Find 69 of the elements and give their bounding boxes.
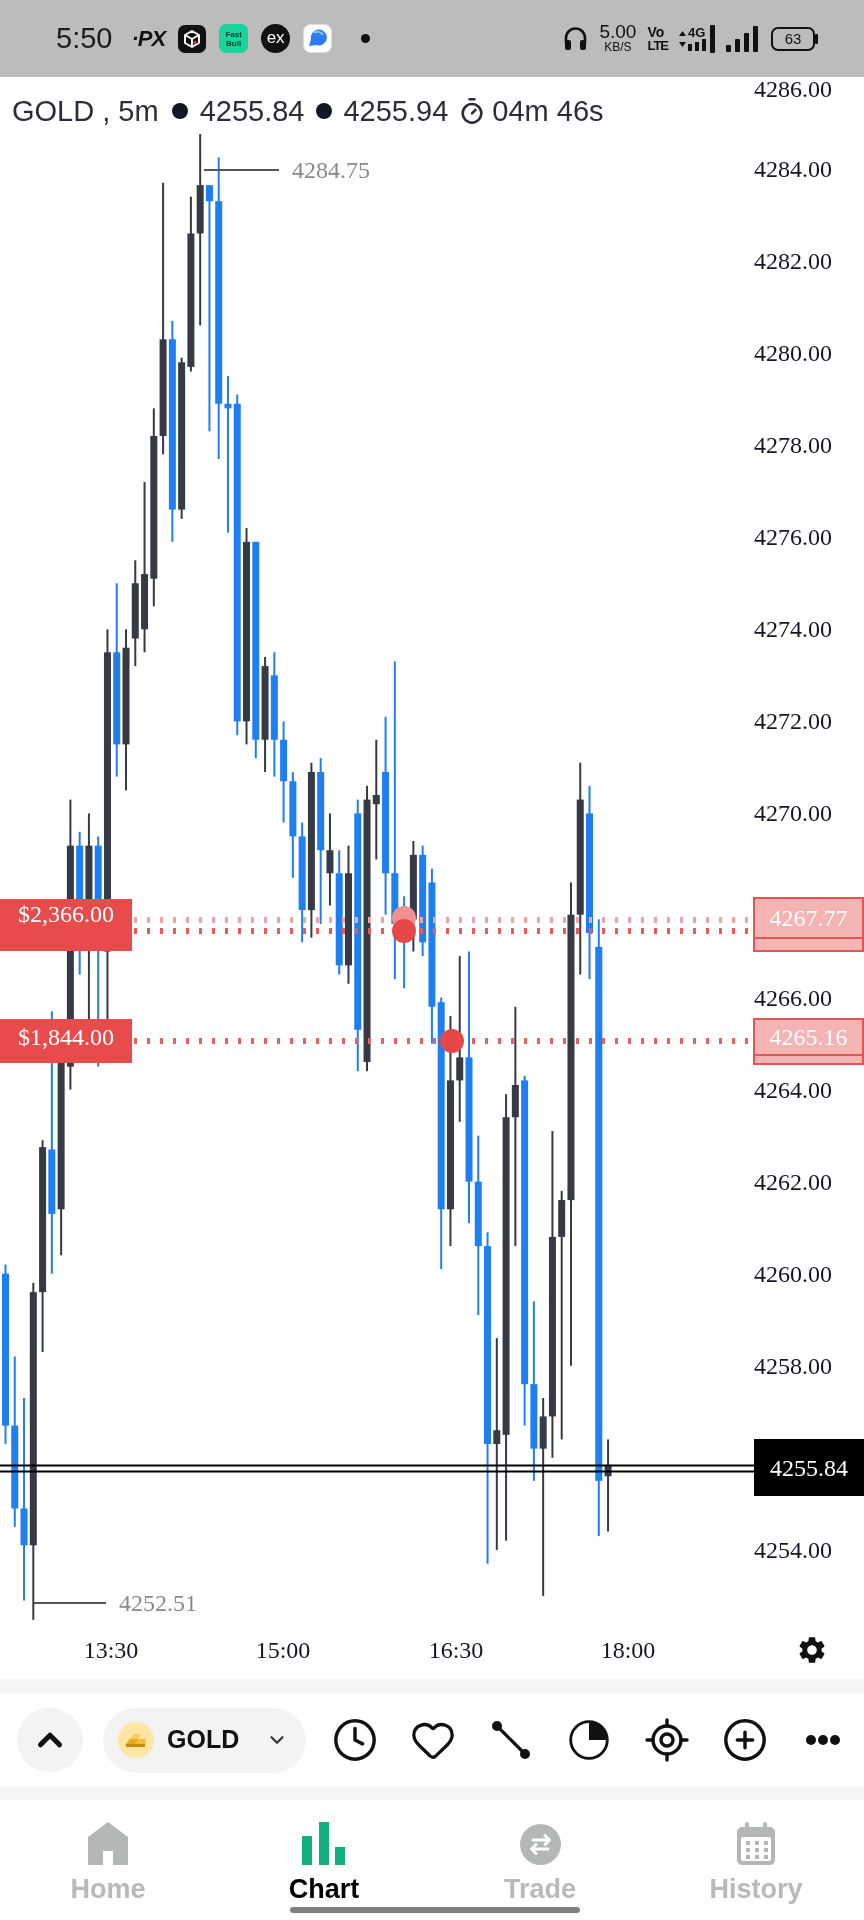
bullet-dot-icon xyxy=(171,103,188,119)
nav-tab[interactable]: History xyxy=(648,1800,864,1904)
price-axis-label: 4276.00 xyxy=(754,524,832,551)
price-axis-label: 4264.00 xyxy=(754,1076,832,1103)
battery-tip-icon xyxy=(815,33,818,44)
nav-tab[interactable]: Chart xyxy=(216,1800,432,1904)
order-marker-icon xyxy=(440,1029,464,1053)
app-tile: Fast Bull xyxy=(219,24,249,53)
time-axis-label: 18:00 xyxy=(600,1637,656,1663)
data-arrows-icon xyxy=(679,30,686,47)
order-amount-label: $1,844.00 xyxy=(0,1019,132,1063)
line-segment-icon xyxy=(491,1720,531,1760)
order-price-label: 4267.77 xyxy=(753,897,864,952)
high-price-label: 4284.75 xyxy=(292,157,370,183)
price-axis-label: 4282.00 xyxy=(754,248,832,275)
calendar-icon xyxy=(737,1822,775,1865)
status-time: 5:50 xyxy=(56,24,113,53)
volte-label: Vo xyxy=(647,24,665,39)
app-logo: ·PX xyxy=(131,27,166,50)
signal-icon xyxy=(688,39,708,51)
nav-tab[interactable]: Trade xyxy=(432,1800,648,1904)
net-speed-value: 5.00 xyxy=(599,23,637,41)
crosshair-icon xyxy=(643,1716,691,1764)
nav-tab[interactable]: Home xyxy=(0,1800,216,1904)
price-axis-label: 4286.00 xyxy=(754,77,832,102)
price-axis-label: 4260.00 xyxy=(754,1260,832,1287)
symbol-selector[interactable]: GOLD xyxy=(103,1707,306,1773)
price-axis-label: 4258.00 xyxy=(754,1352,832,1379)
price-axis-label: 4284.00 xyxy=(754,156,832,182)
clock-icon xyxy=(332,1717,378,1763)
headphones-icon xyxy=(563,26,589,51)
price-axis-label: 4274.00 xyxy=(754,616,832,643)
signal-icon xyxy=(726,25,758,52)
network-type-label: 4G xyxy=(688,26,706,39)
ingot-icon xyxy=(118,1722,154,1758)
chart-title: GOLD , 5m xyxy=(12,94,159,128)
bid-price: 4255.84 xyxy=(199,94,305,128)
price-axis-label: 4270.00 xyxy=(754,800,832,827)
bullet-dot-icon xyxy=(316,103,333,119)
current-price-label: 4255.84 xyxy=(754,1439,864,1496)
price-axis-label: 4254.00 xyxy=(754,1536,832,1563)
app-badge: ex xyxy=(261,24,291,53)
price-axis-label: 4262.00 xyxy=(754,1168,832,1195)
countdown-timer: 04m 46s xyxy=(492,94,604,128)
net-speed-unit: KB/S xyxy=(604,41,632,54)
order-price-label: 4265.16 xyxy=(753,1018,864,1065)
price-axis-label: 4278.00 xyxy=(754,432,832,459)
ellipsis-icon xyxy=(806,1735,840,1745)
ask-price: 4255.94 xyxy=(343,94,449,128)
lte-label: LTE xyxy=(647,38,668,53)
swap-icon xyxy=(519,1824,561,1865)
price-axis-label: 4272.00 xyxy=(754,708,832,735)
battery-indicator: 63 xyxy=(771,26,815,51)
time-axis-label: 16:30 xyxy=(428,1637,484,1663)
time-axis-label: 13:30 xyxy=(83,1637,139,1663)
order-amount-label: $2,366.00 xyxy=(0,899,132,951)
price-axis-label: 4266.00 xyxy=(754,984,832,1011)
low-price-label: 4252.51 xyxy=(119,1590,197,1616)
pie-chart-icon xyxy=(569,1720,609,1760)
bubble-app-icon xyxy=(303,24,333,53)
price-axis-label: 4280.00 xyxy=(754,340,832,367)
cube-app-icon xyxy=(178,24,207,53)
signal-bar-icon xyxy=(710,24,715,53)
notification-dot-icon xyxy=(361,34,371,43)
home-icon xyxy=(88,1822,128,1865)
plus-circle-icon xyxy=(722,1717,768,1763)
time-axis-label: 15:00 xyxy=(255,1637,311,1663)
bar-chart-icon xyxy=(302,1822,346,1865)
order-marker-icon xyxy=(392,906,416,943)
